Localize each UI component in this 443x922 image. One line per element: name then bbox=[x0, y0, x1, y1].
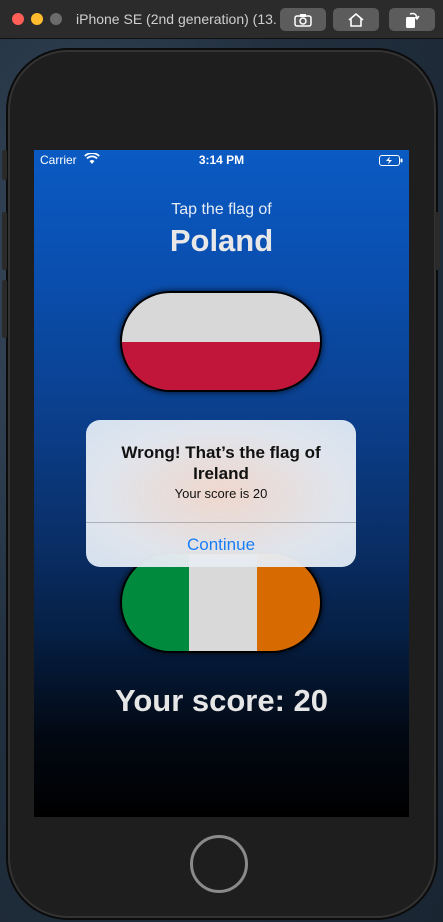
flag-stripe-orange bbox=[256, 554, 320, 651]
rotate-icon bbox=[406, 12, 420, 28]
flag-button-ireland[interactable] bbox=[122, 554, 320, 651]
status-bar: Carrier 3:14 PM bbox=[34, 150, 409, 170]
result-alert: Wrong! That’s the flag of Ireland Your s… bbox=[86, 420, 356, 567]
prompt-label: Tap the flag of bbox=[171, 201, 272, 218]
window-title: iPhone SE (2nd generation) (13... bbox=[76, 11, 276, 27]
flag-stripe-green bbox=[122, 554, 190, 651]
zoom-window-button[interactable] bbox=[50, 13, 62, 25]
screenshot-button[interactable] bbox=[280, 8, 326, 31]
camera-icon bbox=[294, 13, 312, 27]
home-button[interactable] bbox=[190, 835, 248, 893]
rotate-button[interactable] bbox=[389, 8, 435, 31]
score-label: Your score: 20 bbox=[114, 683, 329, 718]
volume-down-button bbox=[2, 280, 7, 338]
continue-button[interactable]: Continue bbox=[86, 523, 356, 567]
app-screen: Carrier 3:14 PM Tap the flag of Poland Y… bbox=[34, 150, 409, 817]
status-time: 3:14 PM bbox=[198, 153, 245, 167]
home-icon bbox=[348, 12, 364, 27]
flag-stripe-white bbox=[122, 293, 320, 342]
power-button bbox=[435, 212, 440, 270]
flag-button-poland[interactable] bbox=[122, 293, 320, 390]
battery-charging-icon bbox=[379, 155, 403, 166]
volume-up-button bbox=[2, 212, 7, 270]
target-country-label: Poland bbox=[169, 223, 274, 258]
alert-title: Wrong! That’s the flag of Ireland bbox=[121, 443, 321, 483]
flag-stripe-red bbox=[122, 341, 320, 390]
close-window-button[interactable] bbox=[12, 13, 24, 25]
mute-switch bbox=[2, 150, 7, 180]
alert-message: Your score is 20 bbox=[174, 486, 268, 501]
minimize-window-button[interactable] bbox=[31, 13, 43, 25]
simulator-title-bar: iPhone SE (2nd generation) (13... bbox=[0, 0, 443, 39]
flag-stripe-white bbox=[189, 554, 257, 651]
home-toolbar-button[interactable] bbox=[333, 8, 379, 31]
